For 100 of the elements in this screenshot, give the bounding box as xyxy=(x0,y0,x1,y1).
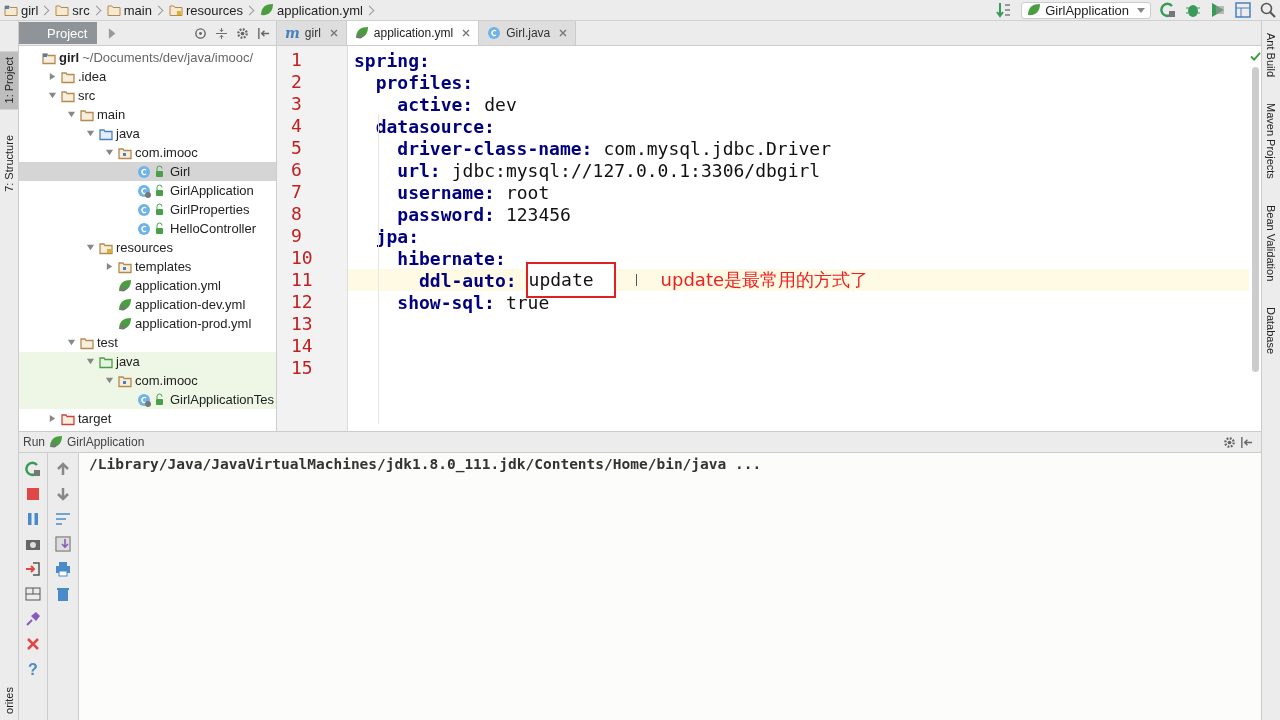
breadcrumb[interactable]: resources xyxy=(168,2,243,18)
breadcrumb[interactable]: application.yml xyxy=(259,2,363,18)
expanded-arrow-icon[interactable] xyxy=(85,243,95,252)
breadcrumb[interactable]: src xyxy=(55,2,90,18)
tool-window-tab[interactable]: Database xyxy=(1262,307,1280,355)
tree-item[interactable]: main xyxy=(19,105,276,124)
tree-item[interactable]: Girl xyxy=(19,162,276,181)
tree-item[interactable]: src xyxy=(19,86,276,105)
expanded-arrow-icon[interactable] xyxy=(85,357,95,366)
tree-item-label: GirlApplication xyxy=(170,183,254,198)
tool-window-tab[interactable]: 7: Structure xyxy=(0,129,18,199)
collapsed-arrow-icon[interactable] xyxy=(47,72,57,81)
yaml-key: profiles: xyxy=(354,71,474,93)
tree-item[interactable]: java xyxy=(19,124,276,143)
tree-item-label: Girl xyxy=(170,164,191,179)
tree-item-label: application-prod.yml xyxy=(135,316,252,331)
rerun-icon[interactable] xyxy=(1160,2,1176,18)
pin-icon[interactable] xyxy=(25,611,41,627)
expanded-arrow-icon[interactable] xyxy=(66,338,76,347)
wrap-icon[interactable] xyxy=(55,511,71,527)
highlighted-value: update xyxy=(525,262,616,298)
yaml-key: driver-class-name: xyxy=(354,137,593,159)
yaml-value: root xyxy=(505,181,550,203)
hide-icon[interactable] xyxy=(1240,435,1253,449)
expanded-arrow-icon[interactable] xyxy=(85,129,95,138)
tree-item-label: .idea xyxy=(78,69,107,84)
tree-item[interactable]: templates xyxy=(19,257,276,276)
breadcrumb[interactable]: girl xyxy=(4,2,39,18)
yaml-key: active: xyxy=(354,93,474,115)
tree-item[interactable]: test xyxy=(19,333,276,352)
scrollbar[interactable] xyxy=(1251,67,1259,372)
settings-icon[interactable] xyxy=(1223,435,1236,449)
pause-icon[interactable] xyxy=(25,511,41,527)
editor-tab[interactable]: m girl xyxy=(277,21,347,45)
tree-item[interactable]: com.imooc xyxy=(19,371,276,390)
tree-item[interactable]: java xyxy=(19,352,276,371)
stop-icon[interactable] xyxy=(25,486,41,502)
folder-icon xyxy=(106,3,121,17)
down-arrow-icon[interactable] xyxy=(55,486,71,502)
tool-window-tab[interactable]: Ant Build xyxy=(1262,33,1280,78)
tree-item-label: com.imooc xyxy=(135,145,198,160)
yaml-key: spring: xyxy=(354,49,430,71)
line-number: 10 xyxy=(290,247,314,269)
breadcrumb[interactable]: main xyxy=(106,2,152,18)
up-arrow-icon[interactable] xyxy=(55,461,71,477)
tree-item[interactable]: com.imooc xyxy=(19,143,276,162)
expanded-arrow-icon[interactable] xyxy=(66,110,76,119)
tree-item[interactable]: application-dev.yml xyxy=(19,295,276,314)
bug-icon[interactable] xyxy=(1185,2,1201,18)
scroll-to-end-icon[interactable] xyxy=(55,536,71,552)
leaf-icon xyxy=(118,316,132,331)
leaf-icon xyxy=(1027,3,1042,17)
leaf-icon xyxy=(259,3,274,17)
tab-label: application.yml xyxy=(373,26,454,40)
tree-item[interactable]: HelloController xyxy=(19,219,276,238)
tree-item[interactable]: .idea xyxy=(19,67,276,86)
tree-item[interactable]: application.yml xyxy=(19,276,276,295)
expanded-arrow-icon[interactable] xyxy=(47,91,57,100)
exit-icon[interactable] xyxy=(25,561,41,577)
tree-item-label: main xyxy=(97,107,126,122)
tree-item[interactable]: girl ~/Documents/dev/java/imooc/ xyxy=(19,48,276,67)
tree-item[interactable]: GirlApplication xyxy=(19,181,276,200)
tree-item[interactable]: GirlApplicationTes xyxy=(19,390,276,409)
tool-window-tab[interactable]: Bean Validation xyxy=(1262,204,1280,282)
editor-tab[interactable]: application.yml xyxy=(346,21,480,45)
tree-item[interactable]: target xyxy=(19,409,276,428)
expanded-arrow-icon[interactable] xyxy=(104,376,114,385)
collapsed-arrow-icon[interactable] xyxy=(47,414,57,423)
tree-item-label: application-dev.yml xyxy=(135,297,246,312)
tree-item[interactable]: application-prod.yml xyxy=(19,314,276,333)
layout-icon[interactable] xyxy=(25,586,41,602)
collapse-icon[interactable] xyxy=(215,26,228,40)
tree-item[interactable]: GirlProperties xyxy=(19,200,276,219)
hide-icon[interactable] xyxy=(257,26,270,40)
yaml-key: ddl-auto: xyxy=(354,269,517,291)
expanded-arrow-icon[interactable] xyxy=(104,148,114,157)
coverage-icon[interactable] xyxy=(1210,2,1226,18)
search-icon[interactable] xyxy=(1260,2,1276,18)
line-number: 8 xyxy=(290,203,303,225)
structure-icon[interactable] xyxy=(1235,2,1251,18)
trash-icon[interactable] xyxy=(55,586,71,602)
tool-window-tab[interactable]: Maven Projects xyxy=(1262,103,1280,179)
collapsed-arrow-icon[interactable] xyxy=(104,262,114,271)
line-number: 15 xyxy=(290,357,314,379)
tree-item-label: HelloController xyxy=(170,221,256,236)
editor-tab[interactable]: Girl.java xyxy=(479,21,577,45)
sort-icon[interactable] xyxy=(996,2,1013,18)
close-icon[interactable] xyxy=(25,636,41,652)
run-config-dropdown[interactable]: GirlApplication xyxy=(1021,1,1151,19)
settings-icon[interactable] xyxy=(236,26,249,40)
close-icon[interactable] xyxy=(559,29,568,37)
close-icon[interactable] xyxy=(329,29,338,37)
tree-item[interactable]: resources xyxy=(19,238,276,257)
print-icon[interactable] xyxy=(55,561,71,577)
rerun-icon[interactable] xyxy=(25,461,41,477)
tool-window-tab[interactable]: 1: Project xyxy=(0,51,18,110)
close-icon[interactable] xyxy=(462,29,471,37)
tool-window-tab[interactable]: orites xyxy=(0,681,18,720)
crosshair-icon[interactable] xyxy=(194,26,207,40)
panel-title: Run xyxy=(23,435,45,449)
